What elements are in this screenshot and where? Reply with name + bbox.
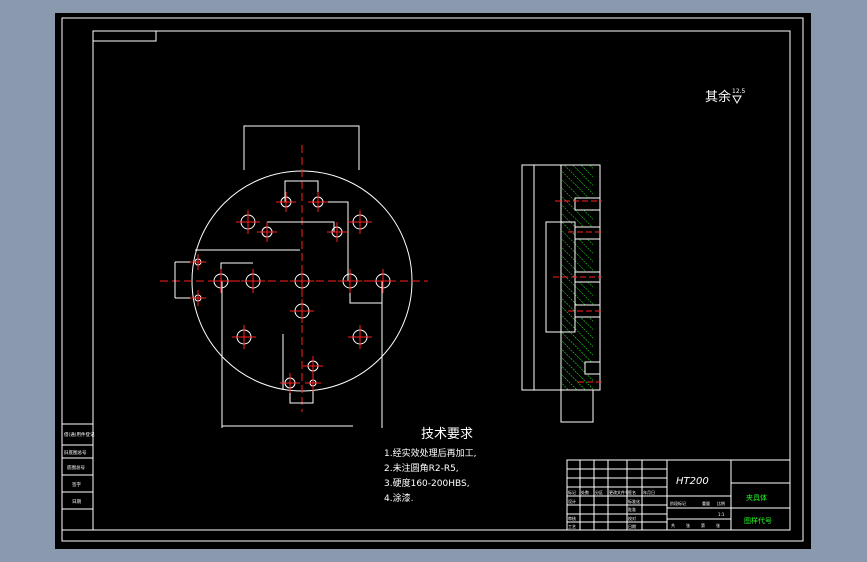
title-block-header-cell: 更改文件号 — [609, 489, 629, 495]
tech-requirement-2: 2.未注圆角R2-R5, — [384, 462, 459, 474]
weight-label: 重量 — [702, 500, 710, 506]
drawing-code: 图样代号 — [744, 516, 772, 525]
title-block-role-label: 工艺 — [568, 524, 576, 529]
title-block-role-label: 审核 — [568, 515, 576, 521]
side-label-1: 借(通)用件登记 — [64, 431, 95, 438]
part-name: 夹具体 — [746, 493, 767, 502]
material-label: HT200 — [676, 476, 709, 487]
side-label-3: 底图总号 — [67, 464, 85, 471]
title-block-header-cell: 分区 — [595, 489, 603, 495]
title-block-header-cell: 处数 — [581, 489, 589, 495]
tech-requirements-title: 技术要求 — [421, 427, 473, 442]
sheet-label: 张 — [716, 522, 720, 528]
sheet-label: 共 — [671, 522, 675, 528]
stage-label: 阶段标记 — [670, 500, 686, 506]
roughness-note: 其余 — [705, 89, 731, 105]
side-label-2: 旧底图总号 — [64, 449, 87, 456]
title-block-header-cell: 签名 — [628, 489, 636, 495]
title-block-role-label: 设计 — [568, 498, 576, 504]
title-block-mid-label: 日期 — [628, 523, 636, 529]
scale-value: 1:1 — [718, 512, 725, 517]
ratio-label: 比例 — [717, 500, 725, 506]
sheet-label: 第 — [701, 522, 705, 528]
sheet-label: 张 — [686, 522, 690, 528]
section-view — [521, 164, 602, 423]
cad-drawing-canvas[interactable]: 其余 12.5 技术要求 1.经实效处理后再加工, 2.未注圆角R2-R5, 3… — [0, 0, 867, 562]
title-block-header-cell: 标记 — [568, 489, 576, 495]
side-label-5: 日期 — [72, 499, 81, 505]
tech-requirement-4: 4.涂漆. — [384, 492, 413, 504]
title-block-mid-label: 校对 — [628, 515, 636, 521]
tech-requirement-3: 3.硬度160-200HBS, — [384, 477, 470, 489]
roughness-value: 12.5 — [732, 88, 746, 95]
title-block-mid-label: 批准 — [628, 506, 636, 512]
title-block-header-cell: 年月日 — [643, 489, 655, 495]
title-block-mid-label: 标准化 — [628, 498, 640, 504]
tech-requirement-1: 1.经实效处理后再加工, — [384, 447, 476, 459]
side-label-4: 签字 — [72, 481, 81, 488]
